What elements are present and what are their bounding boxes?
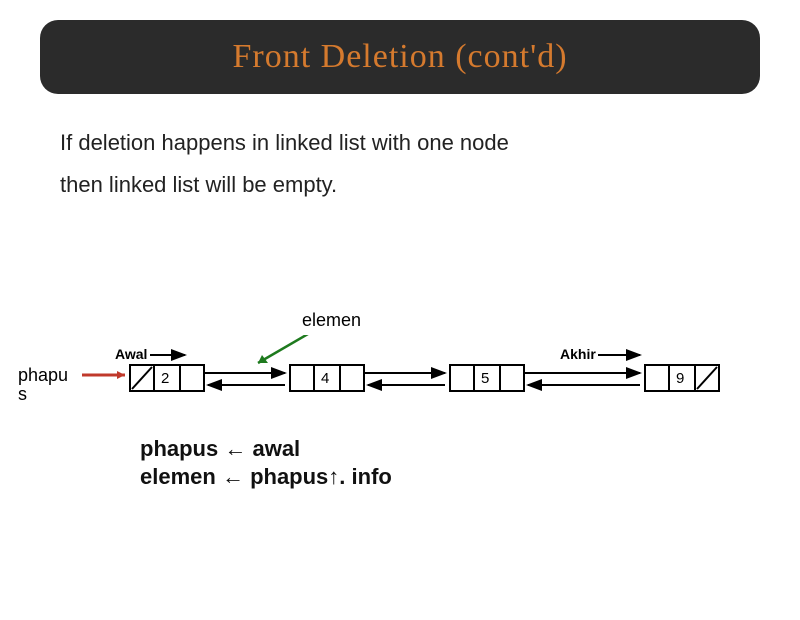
assign-2-right: phapus↑. info [250,464,392,489]
label-awal: Awal [115,346,147,362]
body-line-2: then linked list will be empty. [60,164,740,206]
assign-1-right: awal [252,436,300,461]
svg-text:2: 2 [161,370,169,387]
body-line-1: If deletion happens in linked list with … [60,122,740,164]
assign-1-left: phapus [140,436,218,461]
label-akhir: Akhir [560,346,596,362]
assignment-block: phapus ← awal elemen ← phapus↑. info [140,435,392,490]
assign-arrow-1: ← [218,436,252,461]
svg-text:4: 4 [321,370,329,387]
svg-text:9: 9 [676,370,684,387]
title-bar: Front Deletion (cont'd) [40,20,760,94]
node-2: 4 [290,365,364,391]
body-text: If deletion happens in linked list with … [60,122,740,206]
node-1: 2 [130,365,204,391]
assign-arrow-2: ← [216,464,250,489]
assign-2-left: elemen [140,464,216,489]
slide-title: Front Deletion (cont'd) [232,38,567,75]
label-elemen: elemen [302,310,361,331]
node-3: 5 [450,365,524,391]
svg-text:5: 5 [481,370,489,387]
linked-list-diagram: Awal 2 4 5 Akhir 9 [0,335,800,415]
node-4: 9 [645,365,719,391]
